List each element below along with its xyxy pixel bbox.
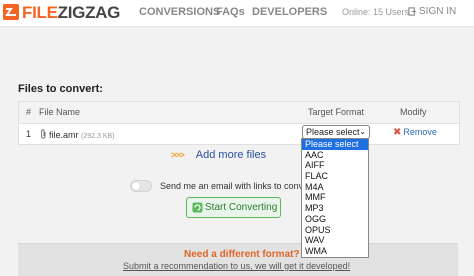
column-header-file-name: File Name (39, 107, 81, 117)
start-converting-button[interactable]: Start Converting (186, 197, 281, 218)
sign-in-icon (408, 7, 417, 16)
toggle-knob (132, 182, 140, 190)
format-option-flac[interactable]: FLAC (302, 171, 368, 182)
file-name: file.amr (49, 130, 79, 140)
submit-recommendation-link[interactable]: Submit a recommendation to us, we will g… (123, 261, 350, 271)
banner-title: Need a different format? (184, 249, 300, 260)
table-header: # File Name Target Format Modify (19, 102, 459, 124)
format-option-opus[interactable]: OPUS (302, 225, 368, 236)
convert-icon (192, 202, 203, 213)
format-option-wav[interactable]: WAV (302, 235, 368, 246)
nav-faqs[interactable]: FAQs (216, 6, 245, 18)
start-converting-label: Start Converting (205, 202, 278, 213)
format-option-aiff[interactable]: AIFF (302, 160, 368, 171)
remove-label: Remove (403, 127, 437, 137)
email-toggle-label: Send me an email with links to conv (160, 181, 304, 191)
paperclip-icon (41, 129, 46, 139)
format-option-m4a[interactable]: M4A (302, 182, 368, 193)
format-option-please-select[interactable]: Please select (302, 139, 368, 150)
target-format-select[interactable]: Please select ⌄ (302, 125, 370, 139)
logo-icon (3, 4, 19, 20)
format-option-wma[interactable]: WMA (302, 246, 368, 257)
format-request-banner: Need a different format? Submit a recomm… (18, 243, 458, 276)
sign-in-label: SIGN IN (419, 6, 457, 17)
format-option-mmf[interactable]: MMF (302, 192, 368, 203)
sign-in-link[interactable]: SIGN IN (408, 6, 456, 17)
online-users-count: Online: 15 Users (342, 7, 410, 17)
column-header-modify: Modify (400, 107, 427, 117)
row-number: 1 (26, 129, 32, 139)
column-header-number: # (26, 107, 32, 117)
nav-conversions[interactable]: CONVERSIONS (139, 6, 220, 18)
arrows-icon: >>> (171, 150, 185, 160)
file-name-cell: file.amr (292.3 KB) (40, 129, 115, 140)
close-icon: ✖ (393, 127, 402, 138)
header-bar: FILEZIGZAG CONVERSIONS FAQs DEVELOPERS O… (0, 0, 474, 27)
format-option-ogg[interactable]: OGG (302, 214, 368, 225)
format-dropdown-list: Please select AAC AIFF FLAC M4A MMF MP3 … (301, 138, 369, 258)
email-toggle[interactable] (130, 180, 152, 192)
remove-file-button[interactable]: ✖ Remove (393, 127, 437, 138)
file-size: (292.3 KB) (81, 133, 115, 140)
format-option-aac[interactable]: AAC (302, 150, 368, 161)
nav-developers[interactable]: DEVELOPERS (252, 6, 327, 18)
files-section-title: Files to convert: (18, 83, 103, 95)
chevron-down-icon: ⌄ (359, 127, 366, 136)
target-format-value: Please select (306, 127, 360, 137)
logo-text: FILEZIGZAG (22, 3, 121, 22)
add-more-files-link[interactable]: >>> Add more files (171, 149, 266, 161)
files-table: # File Name Target Format Modify 1 file.… (18, 101, 460, 145)
format-option-mp3[interactable]: MP3 (302, 203, 368, 214)
add-more-files-label: Add more files (195, 149, 267, 161)
column-header-target-format: Target Format (308, 107, 365, 117)
